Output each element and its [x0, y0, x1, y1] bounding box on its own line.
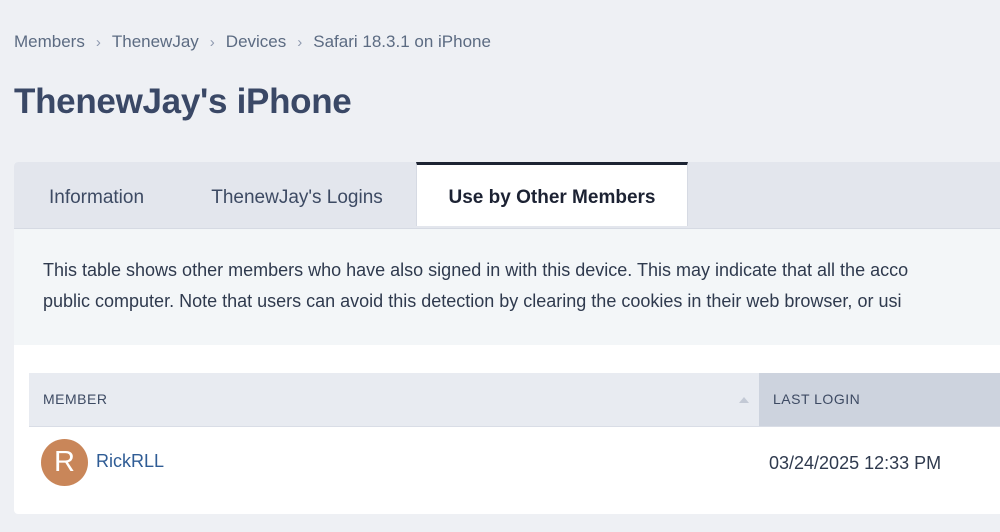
tab-information[interactable]: Information: [14, 162, 179, 228]
breadcrumb-members[interactable]: Members: [14, 32, 85, 52]
column-header-last-login[interactable]: LAST LOGIN: [759, 373, 1000, 426]
notice-line-2: public computer. Note that users can avo…: [43, 291, 902, 311]
column-header-member[interactable]: MEMBER: [29, 373, 759, 426]
column-header-last-login-label: LAST LOGIN: [773, 391, 861, 407]
page: Members › ThenewJay › Devices › Safari 1…: [0, 0, 1000, 532]
page-title: ThenewJay's iPhone: [14, 82, 352, 121]
tab-use-by-other-members[interactable]: Use by Other Members: [416, 162, 688, 226]
tab-user-logins[interactable]: ThenewJay's Logins: [179, 162, 415, 228]
table-header: MEMBER LAST LOGIN: [29, 373, 1000, 427]
sort-up-icon: [739, 397, 749, 403]
member-link[interactable]: RickRLL: [96, 451, 164, 472]
column-header-member-label: MEMBER: [43, 391, 108, 407]
last-login-time: 03/24/2025 12:33 PM: [769, 453, 942, 473]
avatar[interactable]: R: [41, 439, 88, 486]
info-notice: This table shows other members who have …: [14, 229, 1000, 345]
tab-bar: Information ThenewJay's Logins Use by Ot…: [14, 162, 1000, 229]
breadcrumb-device[interactable]: Safari 18.3.1 on iPhone: [313, 32, 491, 52]
notice-line-1: This table shows other members who have …: [43, 260, 909, 280]
table-row: R RickRLL 03/24/2025 12:33 PM: [29, 427, 1000, 499]
chevron-right-icon: ›: [297, 33, 303, 51]
chevron-right-icon: ›: [95, 33, 101, 51]
breadcrumb: Members › ThenewJay › Devices › Safari 1…: [14, 32, 491, 52]
members-table: MEMBER LAST LOGIN R RickRLL 03/24/2025 1…: [29, 373, 1000, 499]
chevron-right-icon: ›: [209, 33, 215, 51]
breadcrumb-user[interactable]: ThenewJay: [112, 32, 199, 52]
breadcrumb-devices[interactable]: Devices: [226, 32, 286, 52]
device-card: Information ThenewJay's Logins Use by Ot…: [14, 162, 1000, 514]
